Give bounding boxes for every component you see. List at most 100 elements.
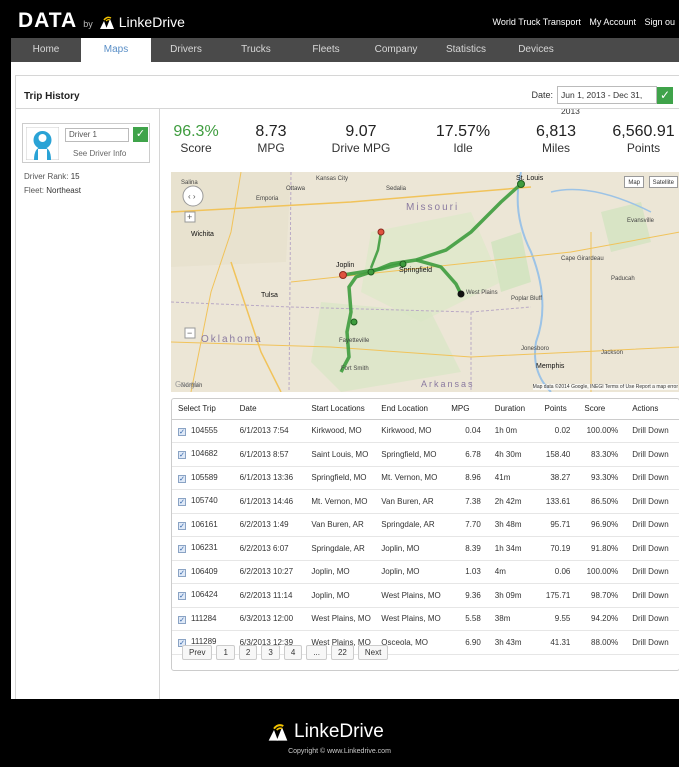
drill-down-link-text[interactable]: Drill Down: [632, 450, 668, 459]
drill-down-link-text[interactable]: Drill Down: [632, 614, 668, 623]
tab-maps[interactable]: Maps: [81, 38, 151, 62]
brand[interactable]: DATA by LinkeDrive: [18, 9, 185, 33]
map-label-west-plains: West Plains: [466, 290, 498, 296]
cell-drill-down-link[interactable]: Drill Down: [626, 607, 679, 631]
end-location-text: Osceola, MO: [381, 637, 428, 647]
trip-select-checkbox[interactable]: ✓: [178, 592, 186, 601]
cell-drill-down-link[interactable]: Drill Down: [626, 442, 679, 467]
cell-score: 93.30%: [578, 466, 627, 490]
page-2-button[interactable]: 2: [238, 645, 258, 660]
trips-table-panel: Select Trip Date Start Locations End Loc…: [171, 398, 679, 671]
tab-fleets[interactable]: Fleets: [291, 38, 361, 62]
sign-out-link[interactable]: Sign ou: [644, 17, 675, 27]
cell-drill-down-link[interactable]: Drill Down: [626, 630, 679, 655]
cell-drill-down-link[interactable]: Drill Down: [626, 560, 679, 584]
prev-page-button[interactable]: Prev: [182, 645, 213, 660]
stat-idle-value: 17.57%: [435, 123, 491, 140]
cell-points: 38.27: [538, 466, 579, 490]
cell-trip-id: ✓ 106409: [172, 560, 234, 584]
tab-devices[interactable]: Devices: [501, 38, 571, 62]
table-row[interactable]: ✓ 104682 6/1/2013 8:57 Saint Louis, MO Sprin…: [172, 442, 679, 467]
col-duration[interactable]: Duration: [488, 399, 539, 420]
cell-drill-down-link[interactable]: Drill Down: [626, 583, 679, 608]
page-22-button[interactable]: 22: [330, 645, 354, 660]
trip-history-panel: Trip History Date: Jun 1, 2013 - Dec 31,…: [15, 75, 679, 700]
drill-down-link-text[interactable]: Drill Down: [632, 426, 668, 435]
map-type-map-button[interactable]: Map: [624, 176, 644, 188]
col-select-trip[interactable]: Select Trip: [172, 399, 234, 420]
linkedrive-logo-icon: [99, 16, 114, 29]
cell-start-location: Joplin, MO: [305, 560, 376, 584]
page-1-button[interactable]: 1: [216, 645, 235, 660]
end-location-text: Joplin, MO: [381, 543, 420, 553]
drill-down-link-text[interactable]: Drill Down: [632, 638, 668, 647]
tab-statistics[interactable]: Statistics: [431, 38, 501, 62]
trip-select-checkbox[interactable]: ✓: [178, 521, 186, 530]
footer: LinkeDrive Copyright © www.Linkedrive.co…: [0, 699, 679, 767]
driver-select[interactable]: Driver 1: [65, 128, 129, 142]
see-driver-info-link[interactable]: See Driver Info: [73, 149, 126, 158]
col-score[interactable]: Score: [578, 399, 627, 420]
table-row[interactable]: ✓ 111284 6/3/2013 12:00 West Plains, MO West…: [172, 607, 679, 631]
col-start-location[interactable]: Start Locations: [305, 399, 376, 420]
drill-down-link-text[interactable]: Drill Down: [632, 567, 668, 576]
table-row[interactable]: ✓ 106231 6/2/2013 6:07 Springdale, AR Joplin…: [172, 536, 679, 561]
start-location-text: Van Buren, AR: [311, 520, 364, 530]
table-row[interactable]: ✓ 106161 6/2/2013 1:49 Van Buren, AR Springd…: [172, 513, 679, 537]
date-range-select[interactable]: Jun 1, 2013 - Dec 31, 2013: [557, 86, 657, 116]
cell-duration: 3h 43m: [488, 630, 539, 655]
drill-down-link-text[interactable]: Drill Down: [632, 473, 668, 482]
trip-select-checkbox[interactable]: ✓: [178, 568, 186, 577]
cell-drill-down-link[interactable]: Drill Down: [626, 513, 679, 537]
trip-select-checkbox[interactable]: ✓: [178, 451, 186, 460]
table-row[interactable]: ✓ 106424 6/2/2013 11:14 Joplin, MO West Plai…: [172, 583, 679, 608]
table-row[interactable]: ✓ 104555 6/1/2013 7:54 Kirkwood, MO Kirkwood…: [172, 419, 679, 443]
map-type-satellite-button[interactable]: Satellite: [648, 176, 678, 188]
table-row[interactable]: ✓ 106409 6/2/2013 10:27 Joplin, MO Joplin, M…: [172, 560, 679, 584]
cell-drill-down-link[interactable]: Drill Down: [626, 536, 679, 561]
trip-select-checkbox[interactable]: ✓: [178, 474, 186, 483]
brand-data-text: DATA: [18, 9, 78, 32]
drill-down-link-text[interactable]: Drill Down: [632, 544, 668, 553]
my-account-link[interactable]: My Account: [589, 17, 636, 27]
stat-score: 96.3% Score: [166, 123, 226, 155]
tab-home[interactable]: Home: [11, 38, 81, 62]
cell-drill-down-link[interactable]: Drill Down: [626, 419, 679, 443]
cell-points: 133.61: [538, 489, 579, 514]
table-row[interactable]: ✓ 105589 6/1/2013 13:36 Springfield, MO Mt. …: [172, 466, 679, 490]
drill-down-link-text[interactable]: Drill Down: [632, 591, 668, 600]
trip-select-checkbox[interactable]: ✓: [178, 545, 186, 554]
page-3-button[interactable]: 3: [261, 645, 280, 660]
map-canvas[interactable]: ‹ › + − Salina Kansas City Ottawa Sedali…: [171, 172, 679, 392]
col-actions[interactable]: Actions: [626, 399, 679, 420]
next-page-button[interactable]: Next: [357, 645, 389, 660]
map-label-fort-smith: Fort Smith: [341, 366, 369, 372]
trip-map[interactable]: ‹ › + − Salina Kansas City Ottawa Sedali…: [171, 172, 679, 392]
trip-select-checkbox[interactable]: ✓: [178, 615, 186, 624]
cell-drill-down-link[interactable]: Drill Down: [626, 489, 679, 514]
stats-row: 96.3% Score 8.73 MPG 9.07 Drive MPG 17.5…: [166, 123, 676, 163]
tab-drivers[interactable]: Drivers: [151, 38, 221, 62]
table-row[interactable]: ✓ 105740 6/1/2013 14:46 Mt. Vernon, MO Van B…: [172, 489, 679, 514]
map-label-salina: Salina: [181, 180, 198, 186]
cell-duration: 38m: [488, 607, 539, 631]
page-4-button[interactable]: 4: [283, 645, 303, 660]
tab-company[interactable]: Company: [361, 38, 431, 62]
col-mpg[interactable]: MPG: [445, 399, 489, 420]
col-date[interactable]: Date: [233, 399, 306, 420]
tab-trucks[interactable]: Trucks: [221, 38, 291, 62]
mpg-text: 6.78: [465, 449, 481, 459]
trip-select-checkbox[interactable]: ✓: [178, 427, 186, 436]
trip-select-checkbox[interactable]: ✓: [178, 498, 186, 507]
end-location-text: West Plains, MO: [381, 590, 441, 600]
col-points[interactable]: Points: [538, 399, 579, 420]
driver-apply-check-icon[interactable]: ✓: [133, 127, 148, 142]
cell-drill-down-link[interactable]: Drill Down: [626, 466, 679, 490]
cell-score: 96.90%: [578, 513, 627, 537]
company-link[interactable]: World Truck Transport: [493, 17, 581, 27]
drill-down-link-text[interactable]: Drill Down: [632, 497, 668, 506]
cell-trip-id: ✓ 106231: [172, 536, 234, 561]
date-apply-check-icon[interactable]: ✓: [657, 86, 673, 104]
col-end-location[interactable]: End Location: [375, 399, 446, 420]
drill-down-link-text[interactable]: Drill Down: [632, 520, 668, 529]
